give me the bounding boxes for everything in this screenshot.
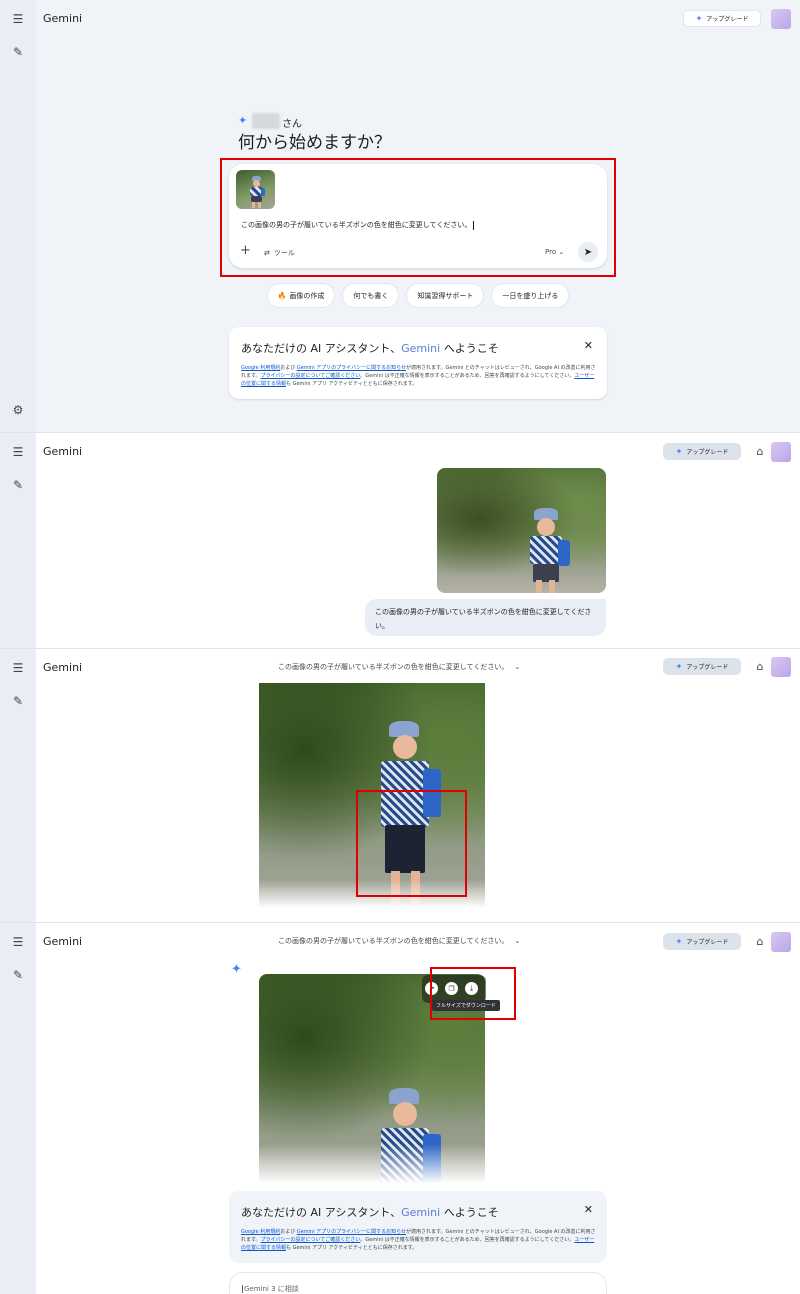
privacy-notice-link[interactable]: Gemini アプリのプライバシーに関するお知らせ xyxy=(297,365,406,371)
avatar[interactable] xyxy=(771,932,791,952)
chevron-down-icon: ⌄ xyxy=(514,937,521,945)
chat-input[interactable]: Gemini 3 に相談 xyxy=(229,1272,607,1294)
text-caret xyxy=(242,1285,243,1293)
highlight-box xyxy=(356,790,467,897)
chip-learning-support[interactable]: 知識習得サポート xyxy=(406,283,485,308)
welcome-text: および xyxy=(280,1229,297,1235)
welcome-title-suffix: へようこそ xyxy=(440,342,499,355)
upgrade-label: アップグレード xyxy=(686,664,729,671)
welcome-title-brand: Gemini xyxy=(401,342,441,355)
temporary-chat-icon[interactable]: ⌂ xyxy=(753,659,767,673)
privacy-settings-link[interactable]: プライバシーの設定についてご確認ください xyxy=(261,373,361,379)
chat-input-placeholder: Gemini 3 に相談 xyxy=(244,1285,299,1293)
new-chat-icon[interactable]: ✎ xyxy=(10,44,26,60)
new-chat-icon[interactable]: ✎ xyxy=(10,477,26,493)
menu-icon[interactable]: ☰ xyxy=(10,660,26,676)
blurred-username xyxy=(252,113,280,129)
chip-brighten-day[interactable]: 一日を盛り上げる xyxy=(491,283,570,308)
spark-icon: ✦ xyxy=(695,13,703,23)
upgrade-button[interactable]: ✦ アップグレード xyxy=(663,443,741,460)
chip-label: 何でも書く xyxy=(353,291,389,300)
upgrade-label: アップグレード xyxy=(686,449,729,456)
gemini-spark-icon: ✦ xyxy=(238,114,248,127)
welcome-title-prefix: あなただけの AI アシスタント、 xyxy=(241,1206,402,1219)
welcome-text: も Gemini アプリ アクティビティとともに保存されます。 xyxy=(286,1245,418,1251)
upgrade-button[interactable]: ✦ アップグレード xyxy=(663,933,741,950)
welcome-text: 。Gemini は不正確な情報を表示することがあるため、回答を再確認するようにし… xyxy=(360,373,575,379)
highlight-box xyxy=(430,967,516,1020)
spark-icon: ✦ xyxy=(675,936,683,946)
welcome-title: あなただけの AI アシスタント、Gemini へようこそ xyxy=(241,1204,499,1220)
temporary-chat-icon[interactable]: ⌂ xyxy=(753,934,767,948)
welcome-title-brand: Gemini xyxy=(401,1206,441,1219)
conversation-title-text: この画像の男の子が履いている半ズボンの色を紺色に変更してください。 xyxy=(278,663,509,671)
side-rail: ☰ ✎ ⚙ xyxy=(0,0,36,432)
conversation-title-text: この画像の男の子が履いている半ズボンの色を紺色に変更してください。 xyxy=(278,937,509,945)
user-message: この画像の男の子が履いている半ズボンの色を紺色に変更してください。 xyxy=(365,599,606,636)
new-chat-icon[interactable]: ✎ xyxy=(10,693,26,709)
conversation-title[interactable]: この画像の男の子が履いている半ズボンの色を紺色に変更してください。 ⌄ xyxy=(278,936,520,946)
welcome-title: あなただけの AI アシスタント、Gemini へようこそ xyxy=(241,340,499,356)
side-rail: ☰ ✎ xyxy=(0,433,36,648)
home-screen: ☰ ✎ ⚙ Gemini ✦ アップグレード ✦ さん 何から始めますか？ この… xyxy=(0,0,800,432)
upgrade-button[interactable]: ✦ アップグレード xyxy=(683,10,761,27)
app-name[interactable]: Gemini xyxy=(43,445,82,458)
welcome-card: あなただけの AI アシスタント、Gemini へようこそ ✕ Google 利… xyxy=(229,327,607,399)
chip-label: 知識習得サポート xyxy=(417,291,474,300)
chip-label: 画像の作成 xyxy=(289,291,325,300)
welcome-text: も Gemini アプリ アクティビティとともに保存されます。 xyxy=(286,381,418,387)
page-title: 何から始めますか？ xyxy=(238,133,391,153)
spark-icon: ✦ xyxy=(675,446,683,456)
menu-icon[interactable]: ☰ xyxy=(10,11,26,27)
menu-icon[interactable]: ☰ xyxy=(10,444,26,460)
upgrade-button[interactable]: ✦ アップグレード xyxy=(663,658,741,675)
app-name[interactable]: Gemini xyxy=(43,12,82,25)
download-screen: ☰ ✎ Gemini この画像の男の子が履いている半ズボンの色を紺色に変更してく… xyxy=(0,922,800,1294)
spark-icon: ✦ xyxy=(675,661,683,671)
menu-icon[interactable]: ☰ xyxy=(10,934,26,950)
close-icon[interactable]: ✕ xyxy=(584,1203,593,1216)
side-rail: ☰ ✎ xyxy=(0,649,36,922)
welcome-card: あなただけの AI アシスタント、Gemini へようこそ ✕ Google 利… xyxy=(229,1191,607,1263)
uploaded-photo[interactable] xyxy=(437,468,606,593)
avatar[interactable] xyxy=(771,442,791,462)
app-name[interactable]: Gemini xyxy=(43,935,82,948)
close-icon[interactable]: ✕ xyxy=(584,339,593,352)
privacy-settings-link[interactable]: プライバシーの設定についてご確認ください xyxy=(261,1237,361,1243)
upgrade-label: アップグレード xyxy=(706,16,749,23)
gemini-spark-icon: ✦ xyxy=(231,962,242,977)
fire-icon: 🔥 xyxy=(277,291,287,300)
chevron-down-icon: ⌄ xyxy=(514,663,521,671)
welcome-text: 。Gemini は不正確な情報を表示することがあるため、回答を再確認するようにし… xyxy=(360,1237,575,1243)
conversation-title[interactable]: この画像の男の子が履いている半ズボンの色を紺色に変更してください。 ⌄ xyxy=(278,662,520,672)
welcome-title-suffix: へようこそ xyxy=(440,1206,499,1219)
chip-create-image[interactable]: 🔥 画像の作成 xyxy=(266,283,336,308)
welcome-body: Google 利用規約および Gemini アプリのプライバシーに関するお知らせ… xyxy=(241,364,597,388)
suggestion-chips: 🔥 画像の作成 何でも書く 知識習得サポート 一日を盛り上げる xyxy=(0,283,800,308)
welcome-body: Google 利用規約および Gemini アプリのプライバシーに関するお知らせ… xyxy=(241,1228,597,1252)
privacy-notice-link[interactable]: Gemini アプリのプライバシーに関するお知らせ xyxy=(297,1229,406,1235)
chip-label: 一日を盛り上げる xyxy=(502,291,559,300)
avatar[interactable] xyxy=(771,657,791,677)
terms-link[interactable]: Google 利用規約 xyxy=(241,1229,280,1235)
highlight-box xyxy=(220,158,616,277)
settings-icon[interactable]: ⚙ xyxy=(10,402,26,418)
chip-write-anything[interactable]: 何でも書く xyxy=(342,283,400,308)
chat-sent-screen: ☰ ✎ Gemini ✦ アップグレード ⌂ この画像の男の子が履いている半ズボ… xyxy=(0,432,800,648)
temporary-chat-icon[interactable]: ⌂ xyxy=(753,444,767,458)
avatar[interactable] xyxy=(771,9,791,29)
welcome-title-prefix: あなただけの AI アシスタント、 xyxy=(241,342,402,355)
side-rail: ☰ ✎ xyxy=(0,923,36,1294)
upgrade-label: アップグレード xyxy=(686,939,729,946)
new-chat-icon[interactable]: ✎ xyxy=(10,967,26,983)
welcome-text: および xyxy=(280,365,297,371)
app-name[interactable]: Gemini xyxy=(43,661,82,674)
terms-link[interactable]: Google 利用規約 xyxy=(241,365,280,371)
chat-result-screen: ☰ ✎ Gemini この画像の男の子が履いている半ズボンの色を紺色に変更してく… xyxy=(0,648,800,922)
